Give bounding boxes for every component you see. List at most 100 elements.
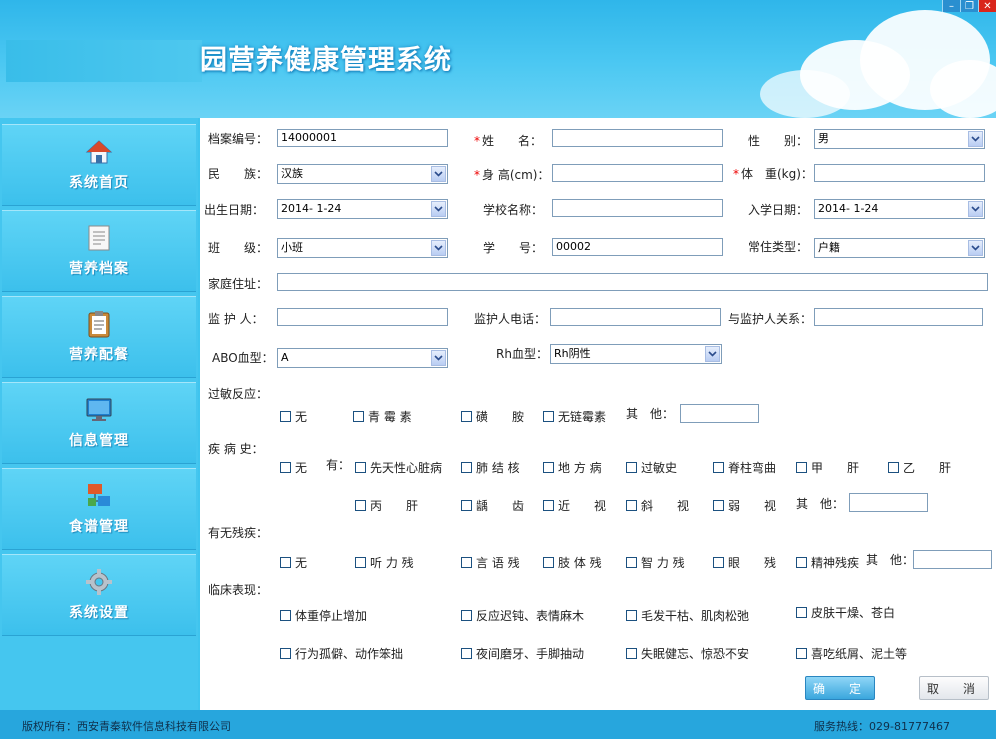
student-no-input[interactable]	[552, 238, 723, 256]
checkbox-label: 皮肤干燥、苍白	[811, 606, 896, 620]
disease-option-checkbox[interactable]: 先天性心脏病	[355, 459, 442, 476]
residence-value: 户籍	[818, 241, 840, 254]
height-label: * 身 高(cm)：	[474, 165, 549, 185]
enroll-date-picker[interactable]: 2014- 1-24	[814, 199, 985, 219]
allergy-option-checkbox[interactable]: 青 霉 素	[353, 408, 412, 425]
checkbox-box	[543, 411, 554, 422]
disability-option-checkbox[interactable]: 智 力 残	[626, 554, 685, 571]
allergy-other-input[interactable]	[680, 404, 759, 423]
disease-option-checkbox[interactable]: 龋 齿	[461, 497, 524, 514]
abo-label: ABO血型：	[212, 351, 274, 365]
network-icon	[85, 482, 113, 510]
disease-option-checkbox[interactable]: 弱 视	[713, 497, 776, 514]
allergy-option-checkbox[interactable]: 磺 胺	[461, 408, 524, 425]
address-input[interactable]	[277, 273, 988, 291]
guardian-phone-label: 监护人电话：	[474, 312, 547, 326]
disease-option-checkbox[interactable]: 斜 视	[626, 497, 689, 514]
clinical-option-checkbox[interactable]: 皮肤干燥、苍白	[796, 604, 895, 621]
ethnicity-select[interactable]: 汉族	[277, 164, 448, 184]
checkbox-box	[353, 411, 364, 422]
height-input[interactable]	[552, 164, 723, 182]
sidebar-item-recipe-management[interactable]: 食谱管理	[2, 468, 196, 550]
sidebar-item-info-management[interactable]: 信息管理	[2, 382, 196, 464]
restore-button[interactable]: ❐	[960, 0, 978, 12]
clinical-option-checkbox[interactable]: 毛发干枯、肌肉松弛	[626, 607, 749, 624]
allergy-option-checkbox[interactable]: 无链霉素	[543, 408, 606, 425]
record-no-input[interactable]	[277, 129, 448, 147]
clinical-option-checkbox[interactable]: 失眠健忘、惊恐不安	[626, 645, 749, 662]
sidebar-item-system-settings[interactable]: 系统设置	[2, 554, 196, 636]
checkbox-label: 无	[295, 410, 308, 424]
cancel-button[interactable]: 取 消	[919, 676, 989, 700]
disability-option-checkbox[interactable]: 无	[280, 554, 307, 571]
disability-option-checkbox[interactable]: 听 力 残	[355, 554, 414, 571]
checkbox-label: 无	[295, 556, 308, 570]
rh-select[interactable]: Rh阴性	[550, 344, 722, 364]
guardian-phone-input[interactable]	[550, 308, 721, 326]
name-label: * 姓 名：	[474, 131, 542, 151]
clinical-option-checkbox[interactable]: 夜间磨牙、手脚抽动	[461, 645, 584, 662]
home-icon	[85, 138, 113, 166]
disease-other-input[interactable]	[849, 493, 928, 512]
disease-option-checkbox[interactable]: 过敏史	[626, 459, 677, 476]
residence-label: 常住类型：	[748, 240, 809, 254]
name-input[interactable]	[552, 129, 723, 147]
checkbox-box	[543, 557, 554, 568]
sidebar-item-label: 系统设置	[69, 605, 129, 621]
clinical-option-checkbox[interactable]: 喜吃纸屑、泥土等	[796, 645, 907, 662]
disease-option-checkbox[interactable]: 肺 结 核	[461, 459, 520, 476]
sidebar-item-home[interactable]: 系统首页	[2, 124, 196, 206]
gender-value: 男	[818, 132, 829, 145]
disease-option-checkbox[interactable]: 近 视	[543, 497, 606, 514]
checkbox-label: 弱 视	[728, 499, 777, 513]
checkbox-box	[626, 462, 637, 473]
disability-option-checkbox[interactable]: 言 语 残	[461, 554, 520, 571]
birth-date-picker[interactable]: 2014- 1-24	[277, 199, 448, 219]
disease-option-checkbox[interactable]: 甲 肝	[796, 459, 859, 476]
disability-option-checkbox[interactable]: 眼 残	[713, 554, 776, 571]
clinical-option-checkbox[interactable]: 反应迟钝、表情麻木	[461, 607, 584, 624]
close-button[interactable]: ✕	[978, 0, 996, 12]
abo-select[interactable]: A	[277, 348, 448, 368]
disability-other-input[interactable]	[913, 550, 992, 569]
sidebar-item-label: 营养档案	[69, 261, 129, 277]
checkbox-label: 过敏史	[641, 461, 678, 475]
guardian-input[interactable]	[277, 308, 448, 326]
weight-input[interactable]	[814, 164, 985, 182]
minimize-button[interactable]: –	[942, 0, 960, 12]
sidebar-item-nutrition-records[interactable]: 营养档案	[2, 210, 196, 292]
class-select[interactable]: 小班	[277, 238, 448, 258]
checkbox-label: 近 视	[558, 499, 607, 513]
allergy-option-checkbox[interactable]: 无	[280, 408, 307, 425]
clinical-option-checkbox[interactable]: 体重停止增加	[280, 607, 367, 624]
disability-option-checkbox[interactable]: 精神残疾	[796, 554, 859, 571]
sidebar-item-meal-planning[interactable]: 营养配餐	[2, 296, 196, 378]
checkbox-box	[280, 462, 291, 473]
confirm-button[interactable]: 确 定	[805, 676, 875, 700]
disease-option-checkbox[interactable]: 乙 肝	[888, 459, 951, 476]
cloud-decoration	[930, 60, 996, 118]
residence-select[interactable]: 户籍	[814, 238, 985, 258]
window-controls: – ❐ ✕	[942, 0, 996, 12]
disease-option-checkbox[interactable]: 地 方 病	[543, 459, 602, 476]
ethnicity-value: 汉族	[281, 167, 303, 180]
student-no-label: 学 号：	[483, 241, 544, 255]
enroll-date-label: 入学日期：	[748, 203, 809, 217]
guardian-relation-input[interactable]	[814, 308, 983, 326]
disease-option-checkbox[interactable]: 脊柱弯曲	[713, 459, 776, 476]
clinical-option-checkbox[interactable]: 行为孤僻、动作笨拙	[280, 645, 403, 662]
disease-option-checkbox[interactable]: 丙 肝	[355, 497, 418, 514]
checkbox-box	[355, 462, 366, 473]
address-label: 家庭住址：	[208, 277, 269, 291]
disease-none-checkbox[interactable]: 无	[280, 459, 307, 476]
disability-label: 有无残疾：	[208, 526, 269, 540]
rh-value: Rh阴性	[554, 347, 591, 360]
disability-option-checkbox[interactable]: 肢 体 残	[543, 554, 602, 571]
gender-select[interactable]: 男	[814, 129, 985, 149]
header-banner: 园营养健康管理系统 – ❐ ✕	[0, 0, 996, 118]
school-input[interactable]	[552, 199, 723, 217]
weight-label-text: 体 重(kg)：	[741, 167, 813, 181]
checkbox-box	[461, 500, 472, 511]
checkbox-box	[355, 557, 366, 568]
disease-has-label: 有：	[326, 458, 351, 472]
